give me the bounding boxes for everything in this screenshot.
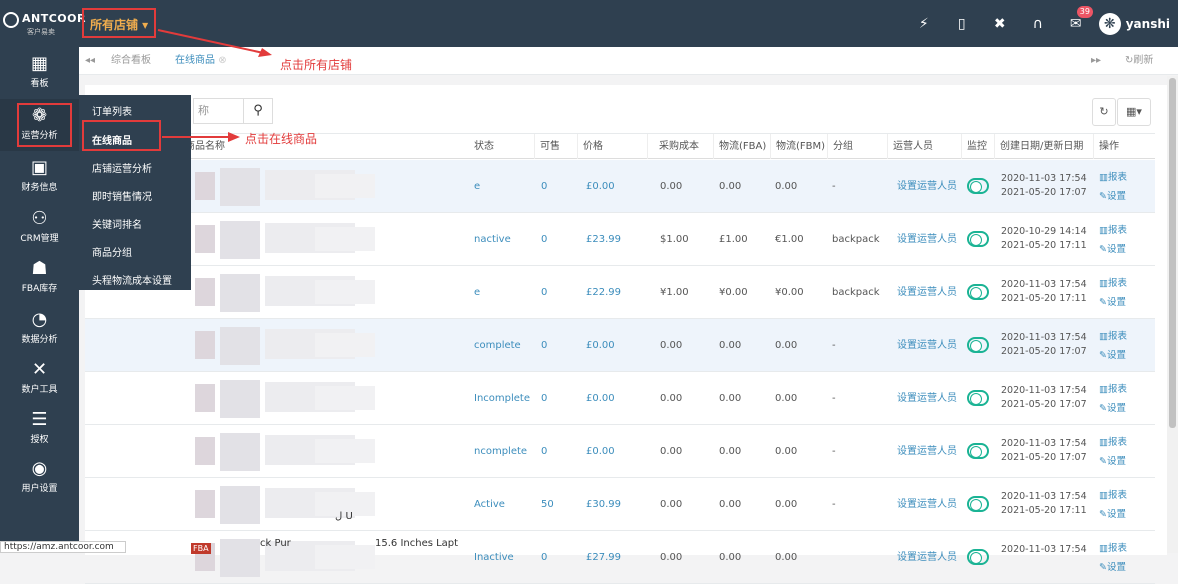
settings-link[interactable]: ✎设置	[1099, 558, 1127, 577]
scrollbar-thumb[interactable]	[1169, 78, 1176, 428]
page-scrollbar[interactable]	[1167, 76, 1178, 553]
annotation-arrows	[157, 29, 272, 142]
browser-status-url: https://amz.antcoor.com	[0, 541, 126, 553]
annotation-click-store: 点击所有店铺	[280, 58, 353, 72]
edit-icon: ✎	[1099, 562, 1107, 573]
settings-label: 设置	[1106, 562, 1126, 573]
annotation-click-online-products: 点击在线商品	[245, 132, 318, 146]
